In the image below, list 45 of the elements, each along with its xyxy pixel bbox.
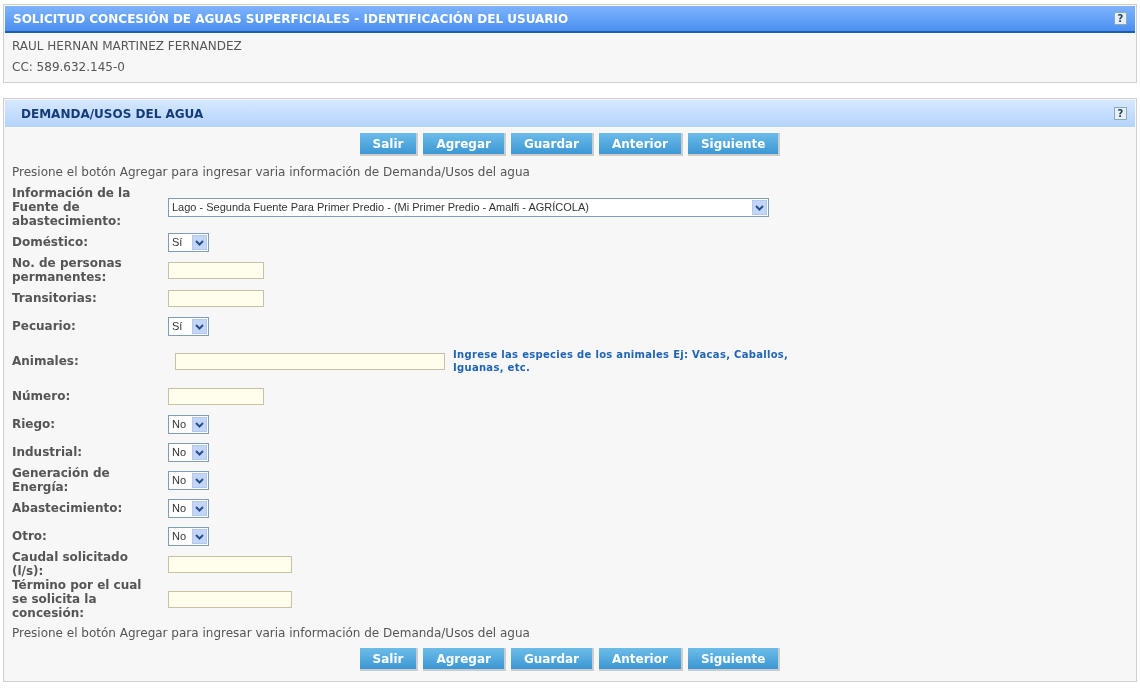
- user-info: CC: 589.632.145-0: [11, 59, 126, 76]
- instruction-text: Presione el botón Agregar para ingresar varia información de Demanda/Usos del agua: [12, 625, 531, 642]
- field-label: Industrial:: [12, 445, 84, 459]
- user-info: RAUL HERNAN MARTINEZ FERNANDEZ: [11, 38, 243, 55]
- field-label: Doméstico:: [12, 235, 89, 249]
- field-label: Caudal solicitado (l/s):: [12, 550, 129, 578]
- select-field[interactable]: No: [168, 498, 209, 518]
- panel-title: SOLICITUD CONCESIÓN DE AGUAS SUPERFICIALES - IDENTIFICACIÓN DEL USUARIO: [12, 11, 570, 26]
- input-field[interactable]: [168, 289, 264, 307]
- select-field[interactable]: No: [168, 442, 209, 462]
- field-label: Término por el cual se solicita la concesión:: [12, 578, 143, 620]
- help-button[interactable]: ?: [1114, 12, 1127, 25]
- field-label: Generación de Energía:: [12, 466, 111, 494]
- dropdown-arrow-icon: [192, 444, 207, 460]
- input-field[interactable]: [175, 352, 445, 370]
- field-label: Riego:: [12, 417, 57, 431]
- help-button[interactable]: ?: [1114, 107, 1127, 120]
- instruction-text: Presione el botón Agregar para ingresar varia información de Demanda/Usos del agua: [12, 164, 531, 181]
- input-field[interactable]: [168, 261, 264, 279]
- select-field[interactable]: No: [168, 526, 209, 546]
- field-label: Animales:: [12, 354, 80, 368]
- input-field[interactable]: [168, 590, 292, 608]
- dropdown-arrow-icon: [192, 416, 207, 432]
- select-field[interactable]: No: [168, 470, 209, 490]
- field-label: No. de personas permanentes:: [12, 256, 123, 284]
- dropdown-arrow-icon: [752, 199, 767, 215]
- select-field[interactable]: Lago - Segunda Fuente Para Primer Predio - (Mi Primer Predio - Amalfi - AGRÍCOLA): [168, 197, 769, 217]
- dropdown-arrow-icon: [192, 472, 207, 488]
- select-field[interactable]: Sí: [168, 232, 209, 252]
- field-label: Número:: [12, 389, 72, 403]
- dropdown-arrow-icon: [192, 318, 207, 334]
- select-field[interactable]: Sí: [168, 316, 209, 336]
- field-label: Pecuario:: [12, 319, 77, 333]
- input-field[interactable]: [168, 387, 264, 405]
- field-hint: Ingrese las especies de los animales Ej: Vacas, Caballos, Iguanas, etc.: [453, 348, 790, 374]
- field-label: Otro:: [12, 529, 48, 543]
- panel-title: DEMANDA/USOS DEL AGUA: [20, 106, 205, 121]
- field-label: Transitorias:: [12, 291, 98, 305]
- select-field[interactable]: No: [168, 414, 209, 434]
- field-label: Abastecimiento:: [12, 501, 124, 515]
- dropdown-arrow-icon: [192, 500, 207, 516]
- dropdown-arrow-icon: [192, 528, 207, 544]
- input-field[interactable]: [168, 555, 292, 573]
- dropdown-arrow-icon: [192, 234, 207, 250]
- field-label: Información de la Fuente de abastecimiento:: [12, 186, 132, 228]
